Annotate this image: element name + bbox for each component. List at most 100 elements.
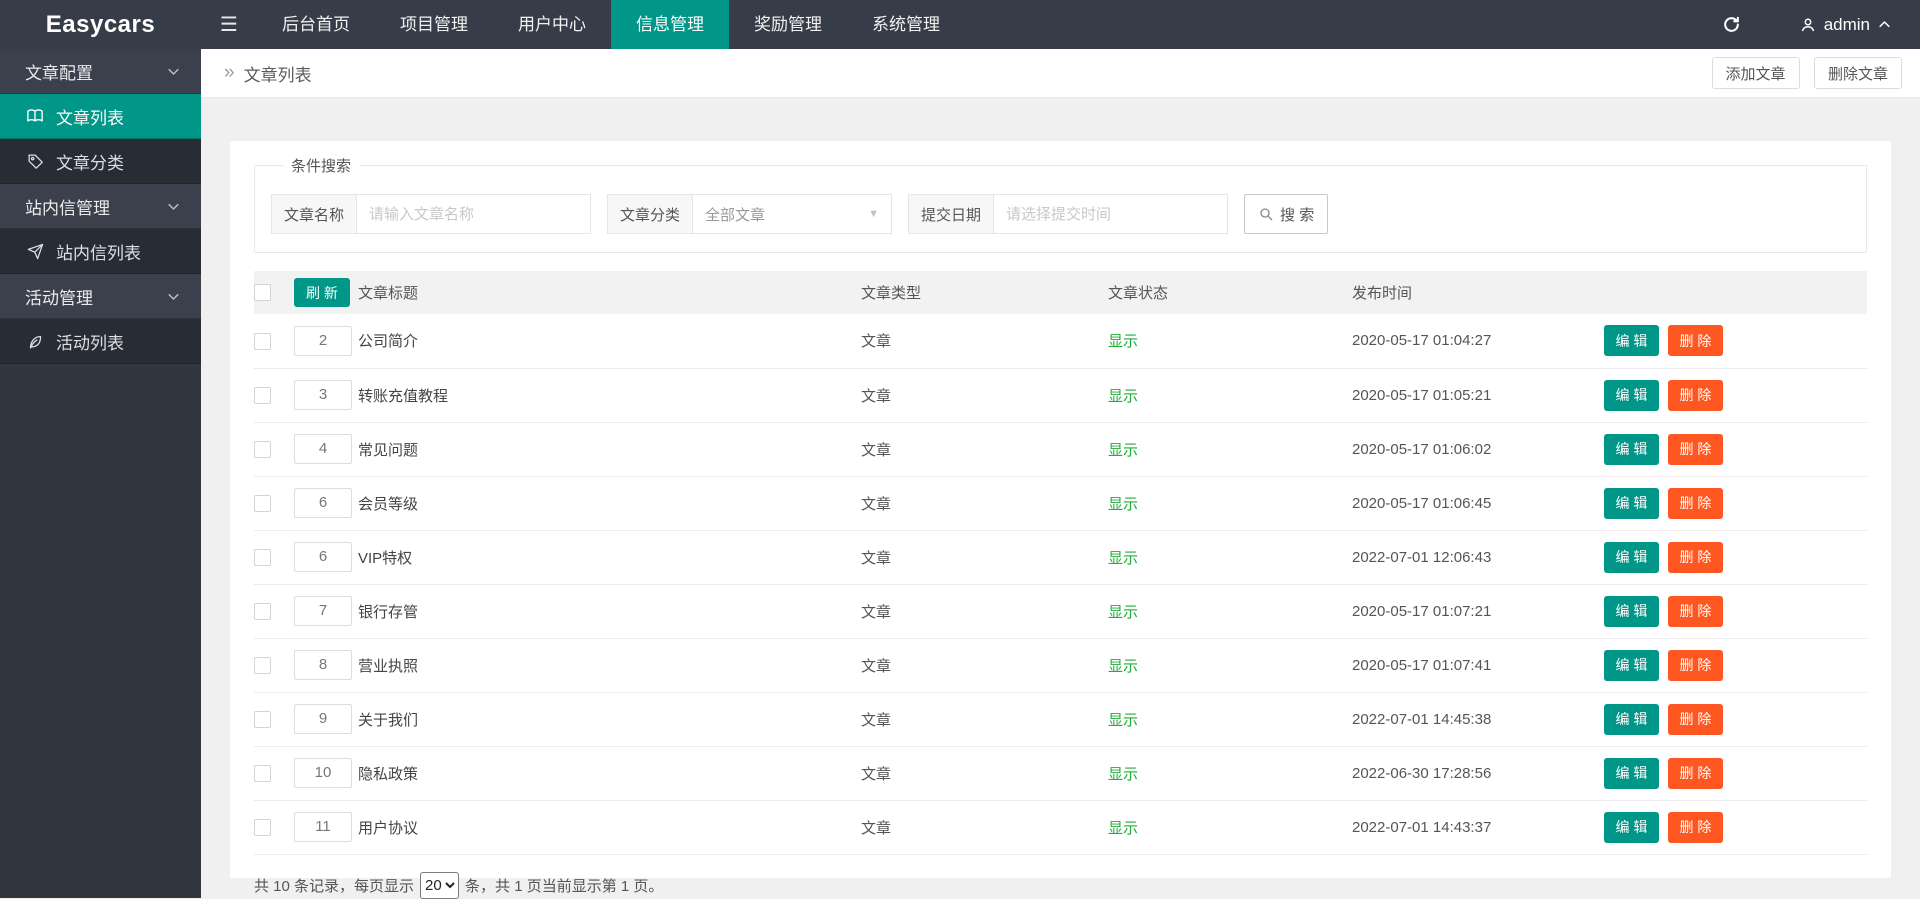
pagination: 共 10 条记录，每页显示 20 条，共 1 页当前显示第 1 页。 [254,872,1867,899]
edit-button[interactable]: 编 辑 [1604,812,1659,843]
sidebar-item[interactable]: 文章分类 [0,139,201,184]
edit-button[interactable]: 编 辑 [1604,380,1659,411]
category-select[interactable]: 全部文章 ▼ [692,194,892,234]
sidebar-item[interactable]: 活动列表 [0,319,201,364]
edit-button[interactable]: 编 辑 [1604,758,1659,789]
article-type: 文章 [861,314,1108,368]
delete-button[interactable]: 删 除 [1668,325,1723,356]
row-checkbox[interactable] [254,711,271,728]
refresh-table-button[interactable]: 刷 新 [294,278,350,307]
user-icon [1799,16,1817,34]
delete-button[interactable]: 删 除 [1668,758,1723,789]
delete-button[interactable]: 删 除 [1668,380,1723,411]
row-checkbox[interactable] [254,657,271,674]
article-title: 用户协议 [358,800,861,854]
nav-item-link[interactable]: 后台首页 [257,0,375,49]
status-link[interactable]: 显示 [1108,550,1138,567]
edit-button[interactable]: 编 辑 [1604,596,1659,627]
sidebar-group[interactable]: 文章配置 [0,49,201,94]
status-link[interactable]: 显示 [1108,658,1138,675]
status-link[interactable]: 显示 [1108,333,1138,350]
status-link[interactable]: 显示 [1108,388,1138,405]
edit-button[interactable]: 编 辑 [1604,325,1659,356]
send-icon [25,243,45,260]
article-title: 关于我们 [358,692,861,746]
book-icon [25,107,45,125]
table-row: 2公司简介文章显示2020-05-17 01:04:27编 辑删 除 [254,314,1867,368]
nav-item-link[interactable]: 奖励管理 [729,0,847,49]
row-checkbox[interactable] [254,765,271,782]
row-checkbox[interactable] [254,819,271,836]
article-type: 文章 [861,476,1108,530]
user-menu[interactable]: admin [1771,0,1920,49]
delete-button[interactable]: 删 除 [1668,812,1723,843]
search-button[interactable]: 搜 索 [1244,194,1328,234]
nav-item-active[interactable]: 信息管理 [611,0,729,49]
row-checkbox[interactable] [254,333,271,350]
add-article-button[interactable]: 添加文章 [1712,57,1800,89]
publish-time: 2022-07-01 14:43:37 [1352,800,1604,854]
edit-button[interactable]: 编 辑 [1604,542,1659,573]
delete-button[interactable]: 删 除 [1668,596,1723,627]
sidebar-group-label: 站内信管理 [25,194,110,219]
sidebar-item[interactable]: 文章列表 [0,94,201,139]
status-link[interactable]: 显示 [1108,496,1138,513]
edit-button[interactable]: 编 辑 [1604,650,1659,681]
article-type: 文章 [861,692,1108,746]
row-checkbox[interactable] [254,387,271,404]
delete-button[interactable]: 删 除 [1668,704,1723,735]
status-link[interactable]: 显示 [1108,820,1138,837]
search-panel-legend: 条件搜索 [283,155,359,176]
chevron-up-icon [1877,17,1892,32]
delete-button[interactable]: 删 除 [1668,650,1723,681]
status-link[interactable]: 显示 [1108,442,1138,459]
delete-article-button[interactable]: 删除文章 [1814,57,1902,89]
col-header-status: 文章状态 [1108,271,1352,314]
sidebar-item-label: 活动列表 [56,329,124,354]
table-row: 9关于我们文章显示2022-07-01 14:45:38编 辑删 除 [254,692,1867,746]
sidebar-group[interactable]: 站内信管理 [0,184,201,229]
article-id: 6 [294,488,352,518]
article-title: 会员等级 [358,476,861,530]
sidebar-item[interactable]: 站内信列表 [0,229,201,274]
sidebar-group-label: 活动管理 [25,284,93,309]
refresh-icon[interactable] [1692,0,1771,49]
chevron-down-icon [166,199,181,214]
nav-item-link[interactable]: 系统管理 [847,0,965,49]
row-checkbox[interactable] [254,549,271,566]
delete-button[interactable]: 删 除 [1668,542,1723,573]
delete-button[interactable]: 删 除 [1668,488,1723,519]
status-link[interactable]: 显示 [1108,604,1138,621]
edit-button[interactable]: 编 辑 [1604,434,1659,465]
nav-item-link[interactable]: 项目管理 [375,0,493,49]
article-type: 文章 [861,530,1108,584]
chevron-down-icon [166,289,181,304]
table-row: 10隐私政策文章显示2022-06-30 17:28:56编 辑删 除 [254,746,1867,800]
article-id: 7 [294,596,352,626]
leaf-icon [25,333,45,350]
select-all-checkbox[interactable] [254,284,271,301]
row-checkbox[interactable] [254,495,271,512]
article-type: 文章 [861,368,1108,422]
status-link[interactable]: 显示 [1108,712,1138,729]
breadcrumb-bar: » 文章列表 添加文章 删除文章 [201,49,1920,98]
article-type: 文章 [861,746,1108,800]
nav-item-link[interactable]: 用户中心 [493,0,611,49]
edit-button[interactable]: 编 辑 [1604,488,1659,519]
publish-time: 2020-05-17 01:05:21 [1352,368,1604,422]
edit-button[interactable]: 编 辑 [1604,704,1659,735]
article-name-input[interactable] [356,194,591,234]
publish-time: 2022-07-01 12:06:43 [1352,530,1604,584]
page-actions: 添加文章 删除文章 [1702,57,1902,89]
sidebar-group[interactable]: 活动管理 [0,274,201,319]
delete-button[interactable]: 删 除 [1668,434,1723,465]
row-checkbox[interactable] [254,603,271,620]
hamburger-icon[interactable]: ☰ [201,12,257,37]
submit-date-input[interactable] [993,194,1228,234]
row-checkbox[interactable] [254,441,271,458]
status-link[interactable]: 显示 [1108,766,1138,783]
pagination-prefix: 共 10 条记录，每页显示 [254,875,414,896]
per-page-select[interactable]: 20 [420,872,459,899]
article-id: 3 [294,380,352,410]
sidebar-item-label: 文章列表 [56,104,124,129]
